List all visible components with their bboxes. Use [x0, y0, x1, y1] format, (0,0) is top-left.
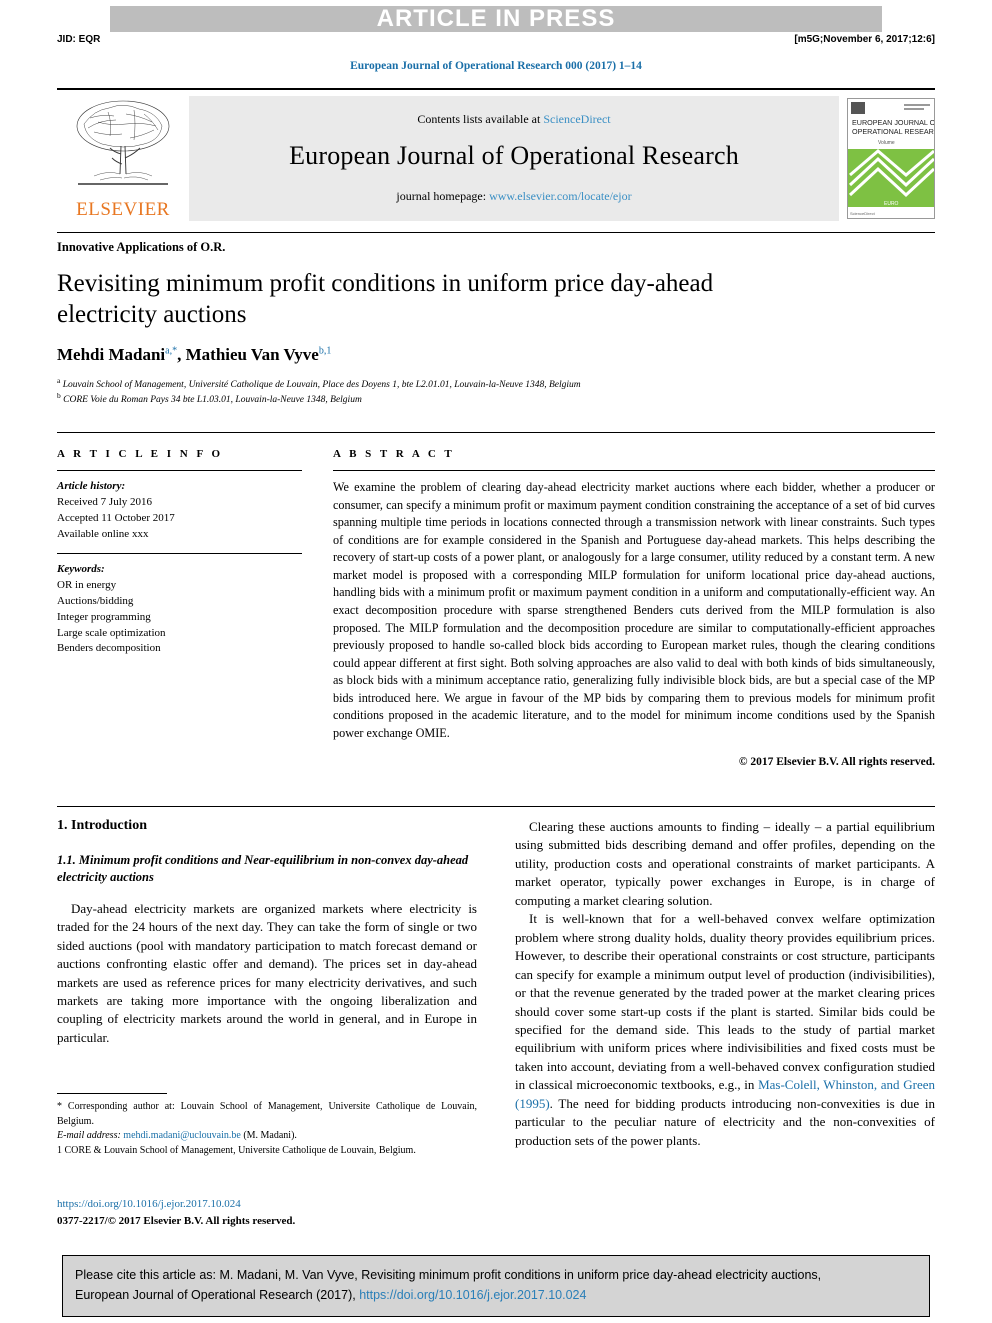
journal-masthead: ELSEVIER Contents lists available at Sci… [57, 88, 935, 223]
contents-prefix: Contents lists available at [417, 111, 544, 126]
article-section-label: Innovative Applications of O.R. [57, 240, 226, 254]
left-paragraph-1: Day-ahead electricity markets are organi… [57, 900, 477, 1045]
svg-text:EURO: EURO [884, 201, 899, 207]
article-info-rule [57, 470, 302, 471]
cite-doi-link[interactable]: https://doi.org/10.1016/j.ejor.2017.10.0… [359, 1288, 586, 1302]
svg-text:EUROPEAN JOURNAL OF: EUROPEAN JOURNAL OF [852, 118, 934, 127]
introduction-heading: 1. Introduction [57, 818, 147, 833]
right-paragraph-1: Clearing these auctions amounts to findi… [515, 819, 935, 908]
page-title: Revisiting minimum profit conditions in … [57, 270, 714, 329]
homepage-link[interactable]: www.elsevier.com/locate/ejor [489, 189, 632, 203]
svg-text:ScienceDirect: ScienceDirect [850, 211, 876, 216]
issn-rights-line: 0377-2217/© 2017 Elsevier B.V. All right… [57, 1214, 296, 1227]
accepted-date: Accepted 11 October 2017 [57, 511, 175, 524]
footnote-rule [57, 1093, 167, 1094]
affiliation-b: b CORE Voie du Roman Pays 34 bte L1.03.0… [57, 390, 927, 407]
author-2-affiliation-marker[interactable]: b,1 [319, 345, 332, 356]
affiliation-a-text: Louvain School of Management, Université… [62, 380, 581, 391]
journal-cover-image: EUROPEAN JOURNAL OF OPERATIONAL RESEARCH… [848, 99, 934, 217]
abstract-heading: A B S T R A C T [333, 448, 455, 460]
article-in-press-banner: ARTICLE IN PRESS [110, 6, 882, 32]
elsevier-wordmark: ELSEVIER [76, 199, 170, 220]
contents-available-line: Contents lists available at ScienceDirec… [417, 112, 610, 127]
elsevier-tree-icon [76, 100, 170, 185]
paper-page: ARTICLE IN PRESS JID: EQR [m5G;November … [0, 0, 992, 1323]
keyword-item: Integer programming [57, 610, 151, 623]
affiliation-b-text: CORE Voie du Roman Pays 34 bte L1.03.01,… [63, 395, 362, 406]
keywords-rule [57, 552, 302, 554]
abstract-rule [333, 470, 935, 471]
abstract-bottom-rule [57, 806, 935, 807]
article-info-column: A R T I C L E I N F O Article history: R… [57, 448, 302, 657]
masthead-center: Contents lists available at ScienceDirec… [189, 96, 839, 221]
production-stamp: [m5G;November 6, 2017;12:6] [794, 34, 935, 45]
author-1-affiliation-marker[interactable]: a,* [165, 345, 177, 356]
article-history-label: Article history: [57, 480, 126, 492]
corresponding-author-note: * Corresponding author at: Louvain Schoo… [57, 1101, 477, 1127]
keywords-block: Keywords: OR in energy Auctions/bidding … [57, 562, 302, 658]
abstract-top-rule [57, 432, 935, 433]
right-p2-part2: . The need for bidding products introduc… [515, 1095, 935, 1148]
doi-block: https://doi.org/10.1016/j.ejor.2017.10.0… [57, 1196, 477, 1229]
keyword-item: OR in energy [57, 578, 117, 591]
footnote-1: 1 CORE & Louvain School of Management, U… [57, 1144, 416, 1156]
article-history-block: Article history: Received 7 July 2016 Ac… [57, 479, 302, 543]
body-columns: 1. Introduction 1.1. Minimum profit cond… [57, 818, 935, 1238]
received-date: Received 7 July 2016 [57, 495, 153, 508]
email-note: E-mail address: mehdi.madani@uclouvain.b… [57, 1129, 477, 1144]
email-owner: (M. Madani). [243, 1130, 297, 1141]
homepage-prefix: journal homepage: [396, 188, 490, 203]
sciencedirect-link[interactable]: ScienceDirect [543, 112, 610, 126]
affiliation-a-marker: a [57, 376, 61, 385]
author-list: Mehdi Madania,*, Mathieu Van Vyveb,1 [57, 345, 332, 364]
keyword-item: Auctions/bidding [57, 594, 134, 607]
copyright-line: © 2017 Elsevier B.V. All rights reserved… [738, 756, 935, 769]
author-name-1: Mehdi Madani [57, 345, 166, 364]
journal-id: JID: EQR [57, 34, 101, 45]
keyword-item: Large scale optimization [57, 626, 166, 639]
keyword-item: Benders decomposition [57, 642, 161, 655]
cite-journal: European Journal of Operational Research… [75, 1288, 360, 1303]
svg-text:OPERATIONAL RESEARCH: OPERATIONAL RESEARCH [852, 127, 934, 136]
jid-row: JID: EQR [m5G;November 6, 2017;12:6] [57, 34, 935, 45]
subsection-heading: 1.1. Minimum profit conditions and Near-… [57, 853, 469, 884]
right-paragraph-2: It is well-known that for a well-behaved… [515, 910, 935, 1150]
elsevier-logo: ELSEVIER [57, 90, 189, 223]
email-link[interactable]: mehdi.madani@uclouvain.be [123, 1130, 241, 1141]
author-name-2: Mathieu Van Vyve [185, 345, 319, 364]
journal-cover-thumbnail: EUROPEAN JOURNAL OF OPERATIONAL RESEARCH… [847, 98, 935, 219]
title-top-rule [57, 232, 935, 233]
cite-line-1: Please cite this article as: M. Madani, … [75, 1268, 822, 1282]
journal-title: European Journal of Operational Research [289, 140, 739, 170]
available-online: Available online xxx [57, 527, 149, 540]
abstract-column: A B S T R A C T We examine the problem o… [333, 448, 935, 768]
cite-this-article-box: Please cite this article as: M. Madani, … [62, 1255, 930, 1317]
body-left-column: 1. Introduction 1.1. Minimum profit cond… [57, 818, 477, 1047]
email-label: E-mail address: [57, 1130, 121, 1141]
abstract-text: We examine the problem of clearing day-a… [333, 480, 935, 740]
article-info-heading: A R T I C L E I N F O [57, 448, 224, 460]
svg-text:Volume: Volume [878, 140, 895, 146]
cite-line-2: European Journal of Operational Research… [75, 1285, 917, 1305]
right-p2-part1: It is well-known that for a well-behaved… [515, 911, 935, 1093]
body-right-column: Clearing these auctions amounts to findi… [515, 818, 935, 1150]
footnotes-block: * Corresponding author at: Louvain Schoo… [57, 1093, 477, 1158]
keywords-label: Keywords: [57, 562, 105, 575]
doi-link[interactable]: https://doi.org/10.1016/j.ejor.2017.10.0… [57, 1196, 477, 1213]
journal-homepage-line: journal homepage: www.elsevier.com/locat… [396, 189, 631, 204]
affiliation-b-marker: b [57, 391, 61, 400]
journal-citation-line: European Journal of Operational Research… [350, 60, 642, 72]
